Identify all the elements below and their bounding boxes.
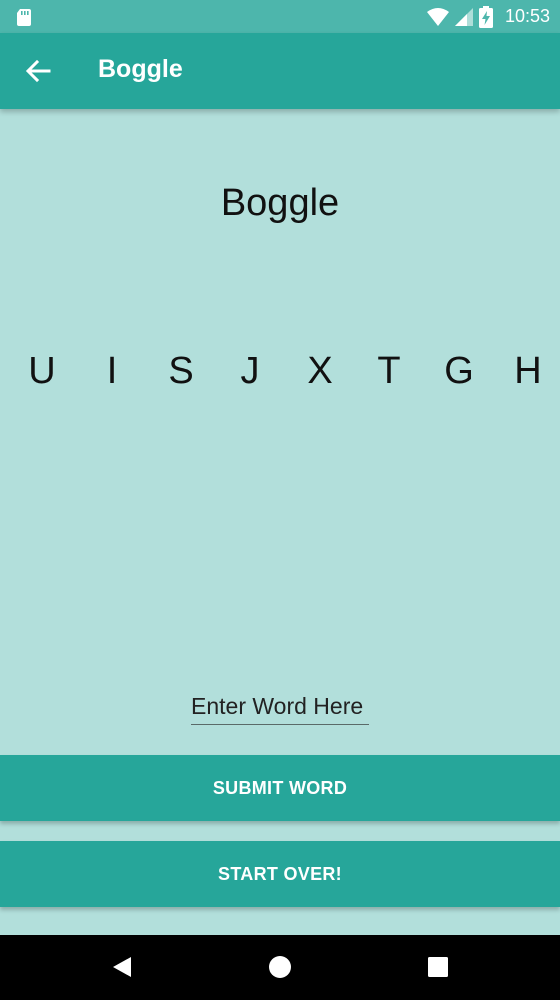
sd-card-icon [17, 9, 31, 26]
letter-tile[interactable]: I [82, 350, 142, 393]
signal-icon [454, 7, 473, 26]
letter-tile[interactable]: G [429, 350, 489, 393]
submit-word-button[interactable]: SUBMIT WORD [0, 755, 560, 821]
letter-tile[interactable]: T [359, 350, 419, 393]
app-bar-title: Boggle [98, 55, 183, 83]
letter-tile[interactable]: H [498, 350, 558, 393]
status-bar: 10:53 [0, 0, 560, 33]
navigation-bar [0, 935, 560, 1000]
back-triangle-icon[interactable] [110, 955, 134, 979]
recents-square-icon[interactable] [426, 955, 450, 979]
status-time: 10:53 [504, 6, 550, 26]
word-input[interactable] [191, 688, 369, 725]
letter-tile[interactable]: X [290, 350, 350, 393]
battery-charging-icon [478, 5, 493, 28]
start-over-button[interactable]: START OVER! [0, 841, 560, 907]
app-bar: Boggle [0, 33, 560, 109]
game-title: Boggle [220, 182, 340, 224]
letter-tile[interactable]: J [220, 350, 280, 393]
arrow-back-icon[interactable] [24, 57, 52, 85]
wifi-icon [426, 7, 449, 26]
home-circle-icon[interactable] [268, 955, 292, 979]
letter-tile[interactable]: S [151, 350, 211, 393]
letter-row: U I S J X T G H [0, 350, 560, 398]
letter-tile[interactable]: U [12, 350, 72, 393]
